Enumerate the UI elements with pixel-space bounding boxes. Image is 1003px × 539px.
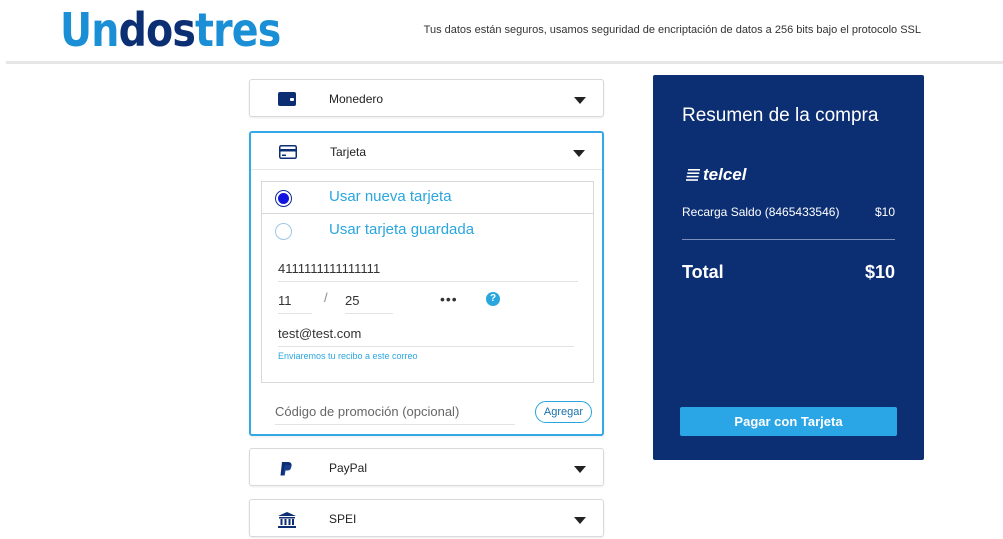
option-saved-card[interactable]: Usar tarjeta guardada bbox=[262, 215, 593, 247]
email-note: Enviaremos tu recibo a este correo bbox=[278, 351, 418, 361]
cvv-input[interactable]: ••• bbox=[440, 290, 478, 312]
header: Undostres Tus datos están seguros, usamo… bbox=[0, 0, 1003, 64]
credit-card-icon bbox=[279, 145, 297, 159]
option-label[interactable]: Usar tarjeta guardada bbox=[329, 221, 474, 238]
wallet-icon bbox=[278, 92, 296, 106]
security-notice: Tus datos están seguros, usamos segurida… bbox=[423, 24, 921, 36]
chevron-down-icon[interactable] bbox=[574, 466, 586, 473]
summary-item-label: Recarga Saldo (8465433546) bbox=[682, 205, 840, 219]
panel-label: Monedero bbox=[329, 92, 384, 106]
promo-code-input[interactable]: Código de promoción (opcional) bbox=[275, 403, 515, 425]
radio-saved-card[interactable] bbox=[275, 223, 292, 240]
panel-label: PayPal bbox=[329, 461, 368, 475]
panel-header[interactable]: SPEI bbox=[250, 500, 603, 537]
panel-header[interactable]: Monedero bbox=[250, 80, 603, 117]
payment-method-paypal[interactable]: PayPal bbox=[249, 448, 604, 486]
payment-method-spei[interactable]: SPEI bbox=[249, 499, 604, 537]
chevron-down-icon[interactable] bbox=[574, 97, 586, 104]
exp-separator: / bbox=[324, 290, 328, 305]
help-icon[interactable]: ? bbox=[486, 292, 500, 306]
purchase-summary: Resumen de la compra telcel Recarga Sald… bbox=[653, 75, 924, 460]
summary-total-price: $10 bbox=[864, 262, 895, 282]
exp-year-input[interactable]: 25 bbox=[345, 292, 393, 314]
summary-item-price: $10 bbox=[874, 205, 895, 219]
pay-with-card-button[interactable]: Pagar con Tarjeta bbox=[680, 407, 897, 436]
paypal-icon bbox=[280, 462, 292, 476]
undostres-logo[interactable]: Undostres bbox=[60, 4, 281, 56]
panel-header[interactable]: Tarjeta bbox=[251, 133, 602, 170]
panel-label: Tarjeta bbox=[330, 145, 367, 159]
summary-divider bbox=[682, 239, 895, 240]
header-divider bbox=[6, 61, 1003, 64]
option-label[interactable]: Usar nueva tarjeta bbox=[329, 188, 452, 205]
email-input[interactable]: test@test.com bbox=[278, 325, 574, 347]
chevron-down-icon[interactable] bbox=[574, 517, 586, 524]
card-form: Usar nueva tarjeta Usar tarjeta guardada… bbox=[261, 181, 594, 383]
bank-icon bbox=[278, 512, 296, 528]
chevron-down-icon[interactable] bbox=[573, 150, 585, 157]
panel-label: SPEI bbox=[329, 512, 357, 526]
summary-total-label: Total bbox=[682, 262, 724, 282]
panel-header[interactable]: PayPal bbox=[250, 449, 603, 486]
summary-title: Resumen de la compra bbox=[682, 105, 879, 126]
payment-method-tarjeta[interactable]: Tarjeta Usar nueva tarjeta Usar tarjeta … bbox=[249, 131, 604, 436]
card-number-input[interactable]: 4111111111111111 bbox=[278, 260, 578, 282]
option-new-card[interactable]: Usar nueva tarjeta bbox=[262, 182, 593, 214]
exp-month-input[interactable]: 11 bbox=[278, 292, 312, 314]
carrier-logo: telcel bbox=[703, 165, 747, 184]
telcel-logo-bars-icon bbox=[686, 169, 700, 181]
add-promo-button[interactable]: Agregar bbox=[535, 401, 592, 423]
payment-method-monedero[interactable]: Monedero bbox=[249, 79, 604, 117]
radio-new-card[interactable] bbox=[275, 190, 292, 207]
